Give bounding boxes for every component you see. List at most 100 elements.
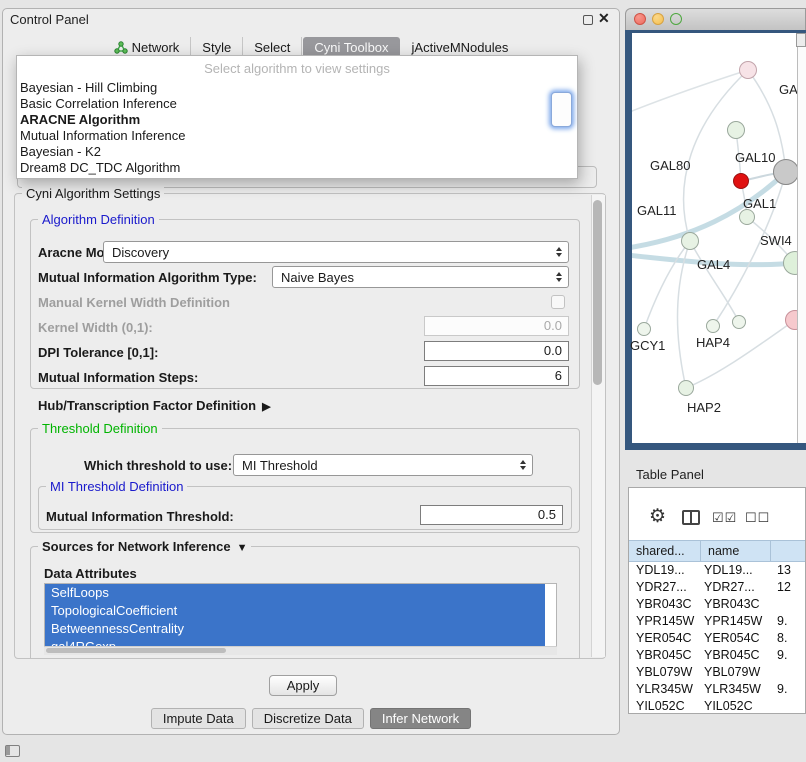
cell: YLR345W xyxy=(701,682,771,699)
dropdown-item-bayesian-hill-climbing[interactable]: Bayesian - Hill Climbing xyxy=(17,80,577,96)
settings-scrollbar-thumb[interactable] xyxy=(593,200,602,385)
cell: YER054C xyxy=(629,631,701,648)
dropdown-item-mutual-information[interactable]: Mutual Information Inference xyxy=(17,128,577,144)
dropdown-item-aracne[interactable]: ARACNE Algorithm xyxy=(17,112,577,128)
mi-type-value: Naive Bayes xyxy=(281,270,354,285)
dropdown-item-bayesian-k2[interactable]: Bayesian - K2 xyxy=(17,144,577,160)
attributes-hscrollbar-thumb[interactable] xyxy=(46,648,226,653)
focused-spinner-button[interactable] xyxy=(551,92,572,127)
minimize-traffic-light[interactable] xyxy=(652,13,664,25)
network-node-gcy1[interactable] xyxy=(637,322,651,336)
cell: YDL19... xyxy=(629,563,701,580)
gear-icon[interactable]: ⚙ xyxy=(649,505,666,528)
expanded-arrow-icon[interactable]: ▼ xyxy=(237,542,248,554)
column-header-shared-name[interactable]: shared... xyxy=(629,541,701,561)
tab-style-label: Style xyxy=(202,40,231,55)
tab-jactivemnodules-label: jActiveMNodules xyxy=(412,40,509,55)
manual-kernel-checkbox[interactable] xyxy=(551,295,565,309)
network-vscrollbar-button[interactable] xyxy=(796,33,806,47)
attribute-item-selfloops[interactable]: SelfLoops xyxy=(45,584,545,602)
aracne-mode-combo[interactable]: Discovery xyxy=(103,241,569,263)
node-label-gal11: GAL11 xyxy=(637,203,677,218)
close-icon[interactable]: ✕ xyxy=(598,10,610,27)
settings-group-title: Cyni Algorithm Settings xyxy=(22,186,164,201)
table-row[interactable]: YBR045CYBR045C9. xyxy=(629,648,805,665)
table-row[interactable]: YDR27...YDR27...12 xyxy=(629,580,805,597)
collapsed-arrow-icon[interactable]: ▶ xyxy=(262,401,270,413)
data-attributes-label: Data Attributes xyxy=(44,566,137,581)
cell: 8. xyxy=(771,631,805,648)
tab-cyni-toolbox-label: Cyni Toolbox xyxy=(314,40,388,55)
network-node-hap2[interactable] xyxy=(678,380,694,396)
tab-select-label: Select xyxy=(254,40,290,55)
bottom-tabbar: Impute Data Discretize Data Infer Networ… xyxy=(2,708,620,729)
cell: 9. xyxy=(771,614,805,631)
node-label-gal80: GAL80 xyxy=(650,158,690,173)
dpi-tolerance-label: DPI Tolerance [0,1]: xyxy=(38,345,158,360)
float-window-icon[interactable] xyxy=(583,15,593,25)
tab-impute-data[interactable]: Impute Data xyxy=(151,708,246,729)
sources-toggle[interactable]: Sources for Network Inference ▼ xyxy=(38,539,251,554)
cell xyxy=(771,597,805,614)
attribute-item-topologicalcoefficient[interactable]: TopologicalCoefficient xyxy=(45,602,545,620)
column-header-name[interactable]: name xyxy=(701,541,771,561)
table-row[interactable]: YDL19...YDL19...13 xyxy=(629,563,805,580)
zoom-traffic-light[interactable] xyxy=(670,13,682,25)
node-label-gal4: GAL4 xyxy=(697,257,730,272)
columns-icon[interactable] xyxy=(682,510,700,525)
which-threshold-value: MI Threshold xyxy=(242,458,318,473)
sources-label: Sources for Network Inference xyxy=(42,539,231,554)
panel-dock-icon[interactable] xyxy=(5,745,20,757)
cell xyxy=(771,665,805,682)
combo-updown-icon xyxy=(520,460,526,470)
table-row[interactable]: YBL079WYBL079W xyxy=(629,665,805,682)
mi-threshold-label: Mutual Information Threshold: xyxy=(46,509,234,524)
hub-section-label: Hub/Transcription Factor Definition xyxy=(38,398,256,413)
cell xyxy=(771,699,805,713)
select-all-checkboxes-icon[interactable]: ☑☑ xyxy=(712,510,737,526)
close-traffic-light[interactable] xyxy=(634,13,646,25)
cell: YDR27... xyxy=(629,580,701,597)
apply-button[interactable]: Apply xyxy=(269,675,337,696)
network-node-large-gray[interactable] xyxy=(773,159,799,185)
dropdown-item-dream8[interactable]: Dream8 DC_TDC Algorithm xyxy=(17,160,577,176)
network-node-hap4[interactable] xyxy=(706,319,720,333)
network-node-small-mid[interactable] xyxy=(732,315,746,329)
tab-infer-network[interactable]: Infer Network xyxy=(370,708,471,729)
network-node-green-upper[interactable] xyxy=(727,121,745,139)
table-row[interactable]: YIL052CYIL052C xyxy=(629,699,805,713)
network-node-gal10-red[interactable] xyxy=(733,173,749,189)
mi-threshold-field[interactable]: 0.5 xyxy=(420,505,563,525)
cell: YBR045C xyxy=(629,648,701,665)
node-label-hap4: HAP4 xyxy=(696,335,730,350)
column-header-partial[interactable] xyxy=(771,541,805,561)
network-node-gal4[interactable] xyxy=(681,232,699,250)
deselect-all-checkboxes-icon[interactable]: ☐☐ xyxy=(745,510,770,526)
mi-steps-field[interactable]: 6 xyxy=(424,366,569,386)
network-vscrollbar-track[interactable] xyxy=(797,33,806,443)
hub-section-toggle[interactable]: Hub/Transcription Factor Definition ▶ xyxy=(38,398,271,413)
cell: 13 xyxy=(771,563,805,580)
kernel-width-field[interactable]: 0.0 xyxy=(424,316,569,336)
table-panel-title: Table Panel xyxy=(636,467,704,482)
table-row[interactable]: YPR145WYPR145W9. xyxy=(629,614,805,631)
which-threshold-combo[interactable]: MI Threshold xyxy=(233,454,533,476)
attribute-item-betweennesscentrality[interactable]: BetweennessCentrality xyxy=(45,620,545,638)
kernel-width-label: Kernel Width (0,1): xyxy=(38,320,153,335)
cell: YBR043C xyxy=(701,597,771,614)
aracne-mode-value: Discovery xyxy=(112,245,169,260)
tab-discretize-data[interactable]: Discretize Data xyxy=(252,708,364,729)
combo-updown-icon xyxy=(556,272,562,282)
dropdown-item-basic-correlation[interactable]: Basic Correlation Inference xyxy=(17,96,577,112)
table-row[interactable]: YLR345WYLR345W9. xyxy=(629,682,805,699)
tab-network-label: Network xyxy=(132,40,180,55)
table-row[interactable]: YER054CYER054C8. xyxy=(629,631,805,648)
mi-type-combo[interactable]: Naive Bayes xyxy=(272,266,569,288)
algorithm-dropdown-popup: Select algorithm to view settings Bayesi… xyxy=(16,55,578,179)
table-row[interactable]: YBR043CYBR043C xyxy=(629,597,805,614)
network-node-pink-top[interactable] xyxy=(739,61,757,79)
mi-threshold-definition-title: MI Threshold Definition xyxy=(46,479,187,494)
dpi-tolerance-field[interactable]: 0.0 xyxy=(424,341,569,361)
network-node-gal1[interactable] xyxy=(739,209,755,225)
node-label-gal10: GAL10 xyxy=(735,150,775,165)
